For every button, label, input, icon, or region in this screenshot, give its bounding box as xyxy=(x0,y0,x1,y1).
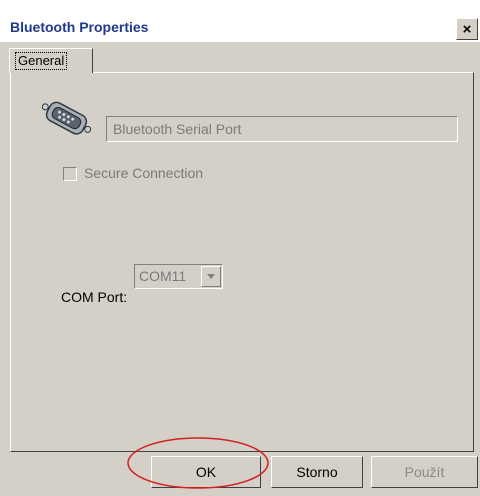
service-name-field[interactable]: Bluetooth Serial Port xyxy=(106,116,458,142)
apply-button[interactable]: Použít xyxy=(371,456,478,488)
tab-general[interactable]: General xyxy=(9,48,93,73)
close-button[interactable]: × xyxy=(456,18,478,40)
secure-connection-label: Secure Connection xyxy=(84,165,204,181)
com-port-value: COM11 xyxy=(139,268,187,284)
secure-connection-checkbox[interactable] xyxy=(63,167,77,181)
chevron-down-icon[interactable] xyxy=(201,266,221,287)
com-port-label: COM Port: xyxy=(61,289,128,305)
cancel-button[interactable]: Storno xyxy=(271,456,363,488)
title-bar: Bluetooth Properties × xyxy=(0,0,480,42)
bluetooth-properties-dialog: Bluetooth Properties × General Bluetooth… xyxy=(0,0,480,496)
close-icon: × xyxy=(462,20,472,38)
window-title: Bluetooth Properties xyxy=(10,19,149,35)
serial-port-icon xyxy=(41,101,92,135)
tab-general-label: General xyxy=(15,52,68,70)
com-port-select[interactable]: COM11 xyxy=(134,264,223,289)
service-name-value: Bluetooth Serial Port xyxy=(113,121,242,137)
ok-button[interactable]: OK xyxy=(151,456,261,488)
